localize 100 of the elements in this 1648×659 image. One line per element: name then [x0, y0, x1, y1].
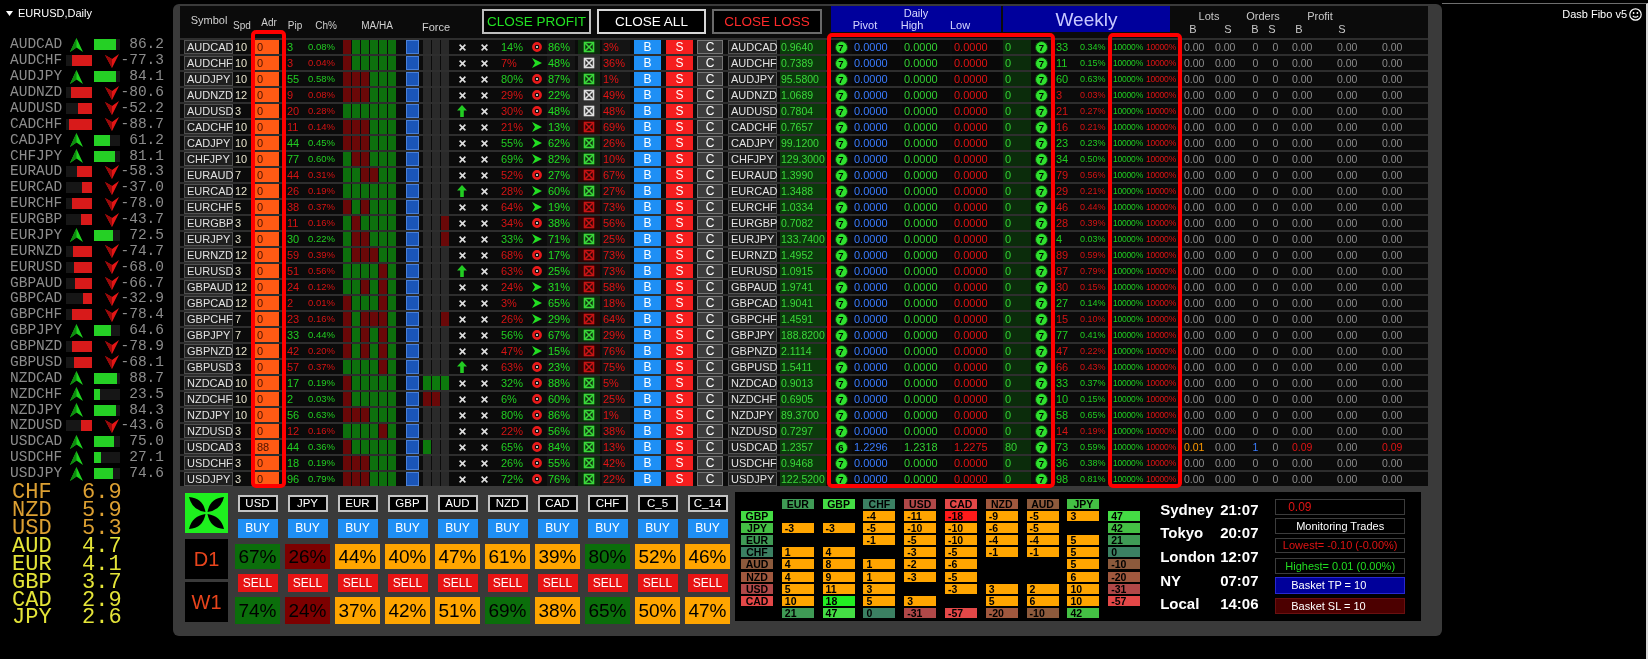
- c-button[interactable]: C: [697, 472, 723, 486]
- c-button[interactable]: C: [697, 56, 723, 70]
- sell-button[interactable]: S: [666, 376, 693, 390]
- sell-button[interactable]: SELL: [437, 574, 478, 592]
- buy-button[interactable]: B: [634, 40, 661, 54]
- sell-button[interactable]: SELL: [387, 574, 428, 592]
- buy-button[interactable]: BUY: [387, 519, 428, 538]
- c-button[interactable]: C: [697, 344, 723, 358]
- sell-button[interactable]: S: [666, 232, 693, 246]
- buy-button[interactable]: B: [634, 120, 661, 134]
- buy-button[interactable]: BUY: [237, 519, 278, 538]
- sell-button[interactable]: S: [666, 72, 693, 86]
- sell-button[interactable]: S: [666, 360, 693, 374]
- buy-button[interactable]: B: [634, 376, 661, 390]
- sell-button[interactable]: S: [666, 424, 693, 438]
- sell-button[interactable]: SELL: [487, 574, 528, 592]
- buy-button[interactable]: B: [634, 248, 661, 262]
- c-button[interactable]: C: [697, 40, 723, 54]
- c-button[interactable]: C: [697, 200, 723, 214]
- sell-button[interactable]: S: [666, 56, 693, 70]
- buy-button[interactable]: BUY: [537, 519, 578, 538]
- sell-button[interactable]: S: [666, 200, 693, 214]
- sell-button[interactable]: SELL: [337, 574, 378, 592]
- c-button[interactable]: C: [697, 152, 723, 166]
- buy-button[interactable]: B: [634, 56, 661, 70]
- sell-button[interactable]: S: [666, 40, 693, 54]
- buy-button[interactable]: B: [634, 152, 661, 166]
- c-button[interactable]: C: [697, 424, 723, 438]
- c-button[interactable]: C: [697, 408, 723, 422]
- sell-button[interactable]: SELL: [287, 574, 328, 592]
- buy-button[interactable]: B: [634, 440, 661, 454]
- sell-button[interactable]: S: [666, 152, 693, 166]
- sell-button[interactable]: S: [666, 312, 693, 326]
- buy-button[interactable]: B: [634, 360, 661, 374]
- c-button[interactable]: C: [697, 264, 723, 278]
- c-button[interactable]: C: [697, 120, 723, 134]
- buy-button[interactable]: BUY: [687, 519, 728, 538]
- c-button[interactable]: C: [697, 456, 723, 470]
- buy-button[interactable]: BUY: [437, 519, 478, 538]
- c-button[interactable]: C: [697, 440, 723, 454]
- c-button[interactable]: C: [697, 360, 723, 374]
- close-profit-button[interactable]: CLOSE PROFIT: [482, 9, 591, 34]
- dropdown-caret-icon[interactable]: [6, 10, 13, 16]
- buy-button[interactable]: B: [634, 104, 661, 118]
- sell-button[interactable]: SELL: [237, 574, 278, 592]
- c-button[interactable]: C: [697, 296, 723, 310]
- buy-button[interactable]: B: [634, 296, 661, 310]
- buy-button[interactable]: BUY: [287, 519, 328, 538]
- c-button[interactable]: C: [697, 312, 723, 326]
- buy-button[interactable]: B: [634, 344, 661, 358]
- c-button[interactable]: C: [697, 376, 723, 390]
- buy-button[interactable]: B: [634, 456, 661, 470]
- close-all-button[interactable]: CLOSE ALL: [597, 9, 706, 34]
- sell-button[interactable]: S: [666, 216, 693, 230]
- buy-button[interactable]: B: [634, 72, 661, 86]
- buy-button[interactable]: B: [634, 408, 661, 422]
- sell-button[interactable]: S: [666, 456, 693, 470]
- sell-button[interactable]: S: [666, 344, 693, 358]
- sell-button[interactable]: S: [666, 88, 693, 102]
- c-button[interactable]: C: [697, 104, 723, 118]
- sell-button[interactable]: SELL: [537, 574, 578, 592]
- c-button[interactable]: C: [697, 136, 723, 150]
- sell-button[interactable]: S: [666, 104, 693, 118]
- sell-button[interactable]: S: [666, 248, 693, 262]
- buy-button[interactable]: BUY: [587, 519, 628, 538]
- c-button[interactable]: C: [697, 184, 723, 198]
- c-button[interactable]: C: [697, 88, 723, 102]
- sell-button[interactable]: S: [666, 328, 693, 342]
- buy-button[interactable]: BUY: [487, 519, 528, 538]
- sell-button[interactable]: S: [666, 408, 693, 422]
- sell-button[interactable]: SELL: [687, 574, 728, 592]
- c-button[interactable]: C: [697, 392, 723, 406]
- buy-button[interactable]: BUY: [637, 519, 678, 538]
- sell-button[interactable]: S: [666, 280, 693, 294]
- sell-button[interactable]: S: [666, 440, 693, 454]
- c-button[interactable]: C: [697, 328, 723, 342]
- buy-button[interactable]: B: [634, 232, 661, 246]
- buy-button[interactable]: B: [634, 216, 661, 230]
- buy-button[interactable]: B: [634, 88, 661, 102]
- close-loss-button[interactable]: CLOSE LOSS: [712, 9, 822, 34]
- sell-button[interactable]: SELL: [587, 574, 628, 592]
- buy-button[interactable]: B: [634, 424, 661, 438]
- sell-button[interactable]: SELL: [637, 574, 678, 592]
- buy-button[interactable]: B: [634, 200, 661, 214]
- sell-button[interactable]: S: [666, 472, 693, 486]
- c-button[interactable]: C: [697, 280, 723, 294]
- c-button[interactable]: C: [697, 216, 723, 230]
- buy-button[interactable]: B: [634, 312, 661, 326]
- buy-button[interactable]: BUY: [337, 519, 378, 538]
- c-button[interactable]: C: [697, 168, 723, 182]
- sell-button[interactable]: S: [666, 296, 693, 310]
- buy-button[interactable]: B: [634, 472, 661, 486]
- buy-button[interactable]: B: [634, 136, 661, 150]
- sell-button[interactable]: S: [666, 184, 693, 198]
- sell-button[interactable]: S: [666, 392, 693, 406]
- buy-button[interactable]: B: [634, 264, 661, 278]
- buy-button[interactable]: B: [634, 184, 661, 198]
- c-button[interactable]: C: [697, 232, 723, 246]
- buy-button[interactable]: B: [634, 168, 661, 182]
- sell-button[interactable]: S: [666, 120, 693, 134]
